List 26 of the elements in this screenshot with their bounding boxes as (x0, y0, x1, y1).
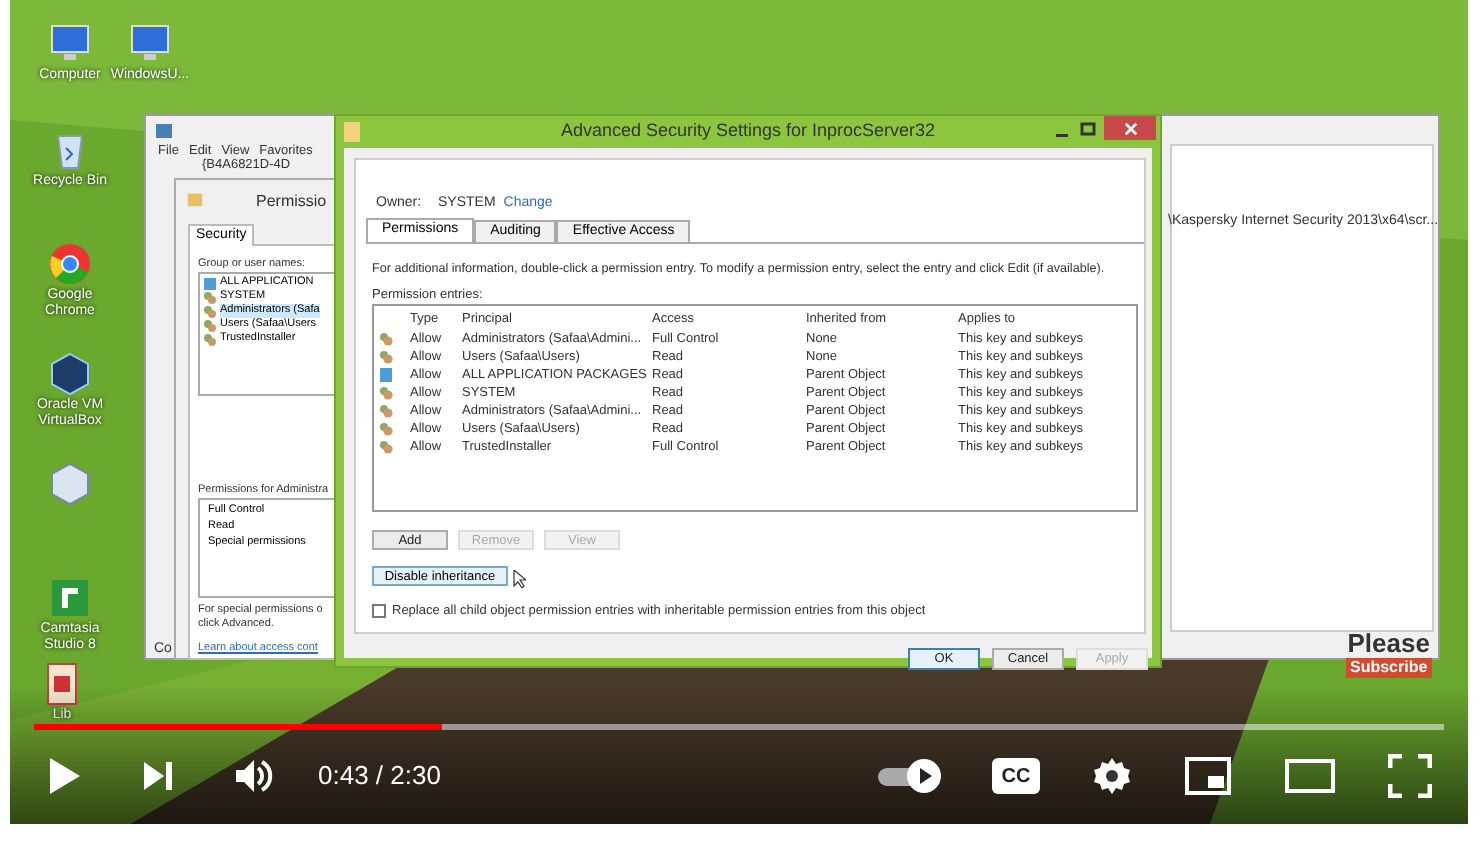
fullscreen-icon[interactable] (1388, 754, 1432, 798)
checkbox[interactable] (372, 604, 386, 619)
autoplay-toggle[interactable] (876, 758, 944, 794)
subscribe-badge: Subscribe (1346, 658, 1432, 678)
window-title: Advanced Security Settings for InprocServer32 (560, 118, 936, 145)
close-button[interactable] (1104, 116, 1156, 140)
captions-button[interactable]: CC (992, 758, 1040, 794)
folder-icon (344, 122, 360, 142)
subscribe-overlay-text: Please (1347, 630, 1430, 658)
progress-track[interactable] (34, 724, 1444, 730)
time-display: 0:43 / 2:30 (318, 758, 441, 795)
cursor-icon (512, 570, 526, 588)
camtasia-icon[interactable] (46, 574, 94, 622)
maximize-icon[interactable] (1078, 120, 1098, 140)
settings-icon[interactable] (1092, 756, 1132, 796)
play-icon[interactable] (46, 756, 82, 796)
next-icon[interactable] (142, 760, 174, 792)
package-icon (378, 368, 394, 383)
browser-icon[interactable] (46, 240, 94, 288)
theater-mode-icon[interactable] (1284, 758, 1336, 794)
folder-icon (186, 190, 204, 208)
package-icon (204, 277, 216, 289)
miniplayer-icon[interactable] (1184, 756, 1232, 796)
dialog-title: Permissio (256, 190, 327, 214)
close-icon (1123, 121, 1137, 135)
volume-icon[interactable] (234, 758, 274, 794)
